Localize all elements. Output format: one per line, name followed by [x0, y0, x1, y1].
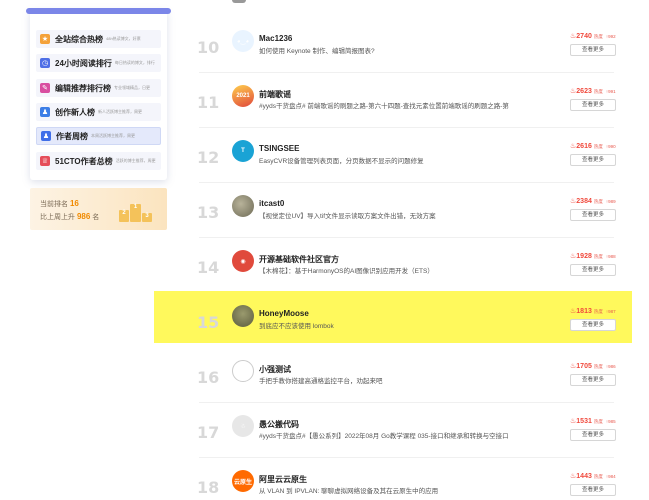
author-name[interactable]: 开源基础软件社区官方	[259, 254, 339, 265]
photo-avatar[interactable]	[232, 305, 254, 327]
article-title[interactable]: 【木棉花】：基于HarmonyOS的AI图像识别应用开发（ETS）	[259, 265, 434, 275]
hot-score: ♨1705 热度 ↑986	[570, 363, 616, 370]
article-title[interactable]: EasyCVR设备管理列表页面，分页数据不显示的问题修复	[259, 155, 424, 165]
openharmony-avatar[interactable]: ◉	[232, 250, 254, 272]
author-row[interactable]: 12 T TSINGSEE EasyCVR设备管理列表页面，分页数据不显示的问题修复 ♨…	[154, 128, 632, 183]
hot-score: ♨1928 热度 ↑988	[570, 253, 616, 260]
hot-score: ♨1813 热度 ↑987	[570, 308, 616, 315]
hot-score: ♨2384 热度 ↑989	[570, 198, 616, 205]
ranking-menu-item[interactable]: ♟ 作者周榜 本周活跃博主推荐，周更	[36, 127, 161, 145]
ranking-menu-item-desc: 活跃的博主推荐，周更	[115, 158, 156, 163]
hot-score: ♨1531 热度 ↑985	[570, 418, 616, 425]
medal-icon: ★	[40, 34, 50, 44]
rank-number: 15	[197, 313, 220, 332]
author-name[interactable]: itcast0	[259, 199, 284, 208]
doraemon-avatar[interactable]: ◕‿◕	[232, 30, 254, 52]
view-more-button[interactable]: 查看更多	[570, 374, 616, 386]
article-title[interactable]: 【视觉定位UV】导入tif文件显示读取方案文件出错，无效方案	[259, 210, 436, 220]
ranking-menu-item[interactable]: ♕ 51CTO作者总榜 活跃的博主推荐，周更	[36, 152, 161, 170]
ranking-menu-item[interactable]: ♟ 创作新人榜 新人活跃博主推荐，周更	[36, 103, 161, 121]
author-name[interactable]: 前端歌谣	[259, 89, 291, 100]
hot-score: ♨2616 热度 ↑990	[570, 143, 616, 150]
photo-avatar[interactable]	[232, 195, 254, 217]
article-title[interactable]: 从 VLAN 到 IPVLAN: 聊聊虚拟网络设备及其在云原生中的应用	[259, 485, 438, 495]
rank-number: 10	[197, 38, 220, 57]
rank-number: 17	[197, 423, 220, 442]
previous-row-stub	[232, 0, 246, 3]
robot-avatar[interactable]: ☃	[232, 415, 254, 437]
ranking-menu-item-desc: 每日热读的博文，排行	[114, 60, 155, 65]
new-user-icon: ♟	[40, 107, 50, 117]
author-row[interactable]: 18 云原生 阿里云云原生从 VLAN 到 IPVLAN: 聊聊虚拟网络设备及其在云…	[154, 458, 632, 500]
ranking-menu-item-label: 创作新人榜	[55, 107, 95, 117]
edit-icon: ✎	[40, 83, 50, 93]
ranking-menu-item-desc: 新人活跃博主推荐，周更	[98, 109, 142, 114]
ranking-menu-item[interactable]: ✎ 编辑推荐排行榜 专业领域精品，日更	[36, 79, 161, 97]
view-more-button[interactable]: 查看更多	[570, 99, 616, 111]
view-more-button[interactable]: 查看更多	[570, 429, 616, 441]
ranking-menu-item-desc: 本周活跃博主推荐，周更	[91, 133, 135, 138]
author-row[interactable]: 14 ◉ 开源基础软件社区官方 【木棉花】：基于HarmonyOS的AI图像识别应用开…	[154, 238, 632, 293]
author-name[interactable]: 阿里云云原生	[259, 474, 307, 485]
view-more-button[interactable]: 查看更多	[570, 264, 616, 276]
hot-score: ♨1443 热度 ↑984	[570, 473, 616, 480]
author-row[interactable]: 13 itcast0 【视觉定位UV】导入tif文件显示读取方案文件出错，无效方案 ♨…	[154, 183, 632, 238]
author-row[interactable]: 11 2021 前端歌谣 #yyds干货盘点# 前端歌谣的刷题之路-第六十四题-查找元…	[154, 73, 632, 128]
ranking-menu-item-desc: 专业领域精品，日更	[114, 85, 150, 90]
t-logo-avatar[interactable]: T	[232, 140, 254, 162]
ranking-menu-item[interactable]: ◷ 24小时阅读排行 每日热读的博文，排行	[36, 54, 161, 72]
ranking-menu-item[interactable]: ★ 全站综合热榜 48h热读博文，好票	[36, 30, 161, 48]
ranking-menu: ★ 全站综合热榜 48h热读博文，好票 ◷ 24小时阅读排行 每日热读的博文，排行 ✎ 编辑推…	[26, 8, 171, 180]
article-title[interactable]: #yyds干货盘点#【愚公系列】2022年08月 Go教学课程 035-接口和继…	[259, 430, 509, 440]
ranking-menu-item-label: 作者周榜	[56, 131, 88, 141]
rank-number: 16	[197, 368, 220, 387]
article-title[interactable]: #yyds干货盘点# 前端歌谣的刷题之路-第六十四题-查找元素位置前端歌谣的刷题…	[259, 100, 509, 110]
author-name[interactable]: Mac1236	[259, 34, 292, 43]
ranking-menu-item-label: 24小时阅读排行	[55, 58, 112, 68]
view-more-button[interactable]: 查看更多	[570, 209, 616, 221]
author-row[interactable]: 17 ☃ 愚公搬代码 #yyds干货盘点#【愚公系列】2022年08月 Go教学课程 …	[154, 403, 632, 458]
podium-icon: 2 1 3	[119, 202, 153, 222]
anniversary-avatar[interactable]: 2021	[232, 85, 254, 107]
hot-score: ♨2623 热度 ↑991	[570, 88, 616, 95]
author-row[interactable]: 10 ◕‿◕ Mac1236 如何使用 Keynote 制作、编辑简报图表? ♨2740…	[154, 18, 632, 73]
clock-icon: ◷	[40, 58, 50, 68]
rank-number: 11	[197, 93, 220, 112]
hot-score: ♨2740 热度 ↑992	[570, 33, 616, 40]
rank-rise: 比上周上升 986 名	[40, 212, 100, 221]
view-more-button[interactable]: 查看更多	[570, 484, 616, 496]
rank-number: 13	[197, 203, 220, 222]
aliyun-avatar[interactable]: 云原生	[232, 470, 254, 492]
ranking-menu-item-label: 51CTO作者总榜	[55, 156, 113, 166]
ranking-menu-item-desc: 48h热读博文，好票	[106, 36, 141, 41]
view-more-button[interactable]: 查看更多	[570, 154, 616, 166]
view-more-button[interactable]: 查看更多	[570, 44, 616, 56]
author-row[interactable]: 15 HoneyMoose 到底应不应该使用 lombok ♨1813 热度 ↑987 查看…	[154, 291, 632, 343]
article-title[interactable]: 到底应不应该使用 lombok	[259, 320, 334, 330]
rank-number: 12	[197, 148, 220, 167]
author-icon: ♟	[41, 131, 51, 141]
author-name[interactable]: 小强测试	[259, 364, 291, 375]
author-name[interactable]: HoneyMoose	[259, 309, 309, 318]
rank-number: 14	[197, 258, 220, 277]
ranking-menu-item-label: 编辑推荐排行榜	[55, 83, 111, 93]
ranking-menu-accent	[26, 8, 171, 14]
six-avatar[interactable]: 6	[232, 360, 254, 382]
rank-number: 18	[197, 478, 220, 497]
trophy-icon: ♕	[40, 156, 50, 166]
current-rank-card: 当前排名 16 比上周上升 986 名 2 1 3	[30, 188, 167, 230]
ranking-menu-item-label: 全站综合热榜	[55, 34, 103, 44]
author-name[interactable]: TSINGSEE	[259, 144, 299, 153]
article-title[interactable]: 如何使用 Keynote 制作、编辑简报图表?	[259, 45, 375, 55]
article-title[interactable]: 手把手教你搭建高通格监控平台，劝起来吧	[259, 375, 383, 385]
view-more-button[interactable]: 查看更多	[570, 319, 616, 331]
current-rank: 当前排名 16	[40, 199, 79, 208]
author-name[interactable]: 愚公搬代码	[259, 419, 299, 430]
author-row[interactable]: 16 6 小强测试 手把手教你搭建高通格监控平台，劝起来吧 ♨1705 热度 ↑986 查看更…	[154, 348, 632, 403]
